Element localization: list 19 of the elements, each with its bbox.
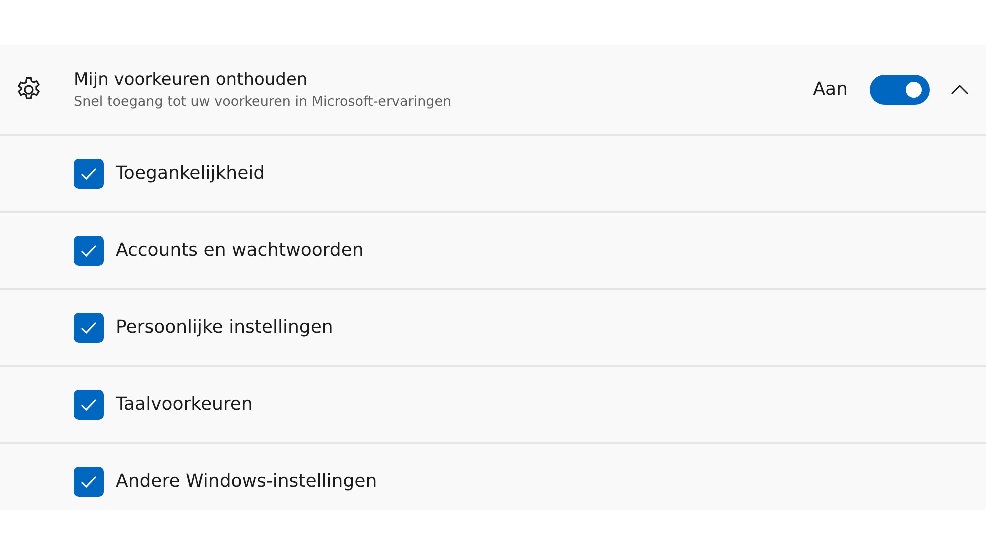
check-icon (80, 398, 98, 412)
checkbox[interactable] (74, 236, 104, 266)
option-label: Persoonlijke instellingen (116, 317, 334, 338)
check-icon (80, 320, 98, 334)
checkbox[interactable] (74, 466, 104, 496)
checkbox[interactable] (74, 390, 104, 420)
option-label: Andere Windows-instellingen (116, 471, 378, 492)
toggle-label: Aan (813, 79, 848, 100)
check-icon (80, 166, 98, 180)
option-label: Accounts en wachtwoorden (116, 240, 364, 261)
checkbox[interactable] (74, 312, 104, 342)
toggle-switch[interactable] (870, 74, 930, 104)
checkbox[interactable] (74, 158, 104, 188)
option-label: Toegankelijkheid (116, 163, 266, 184)
setting-description: Snel toegang tot uw voorkeuren in Microsoft-ervaringen (74, 94, 453, 110)
check-icon (80, 244, 98, 258)
setting-title: Mijn voorkeuren onthouden (74, 70, 309, 90)
check-icon (80, 474, 98, 488)
option-label: Taalvoorkeuren (116, 394, 253, 415)
